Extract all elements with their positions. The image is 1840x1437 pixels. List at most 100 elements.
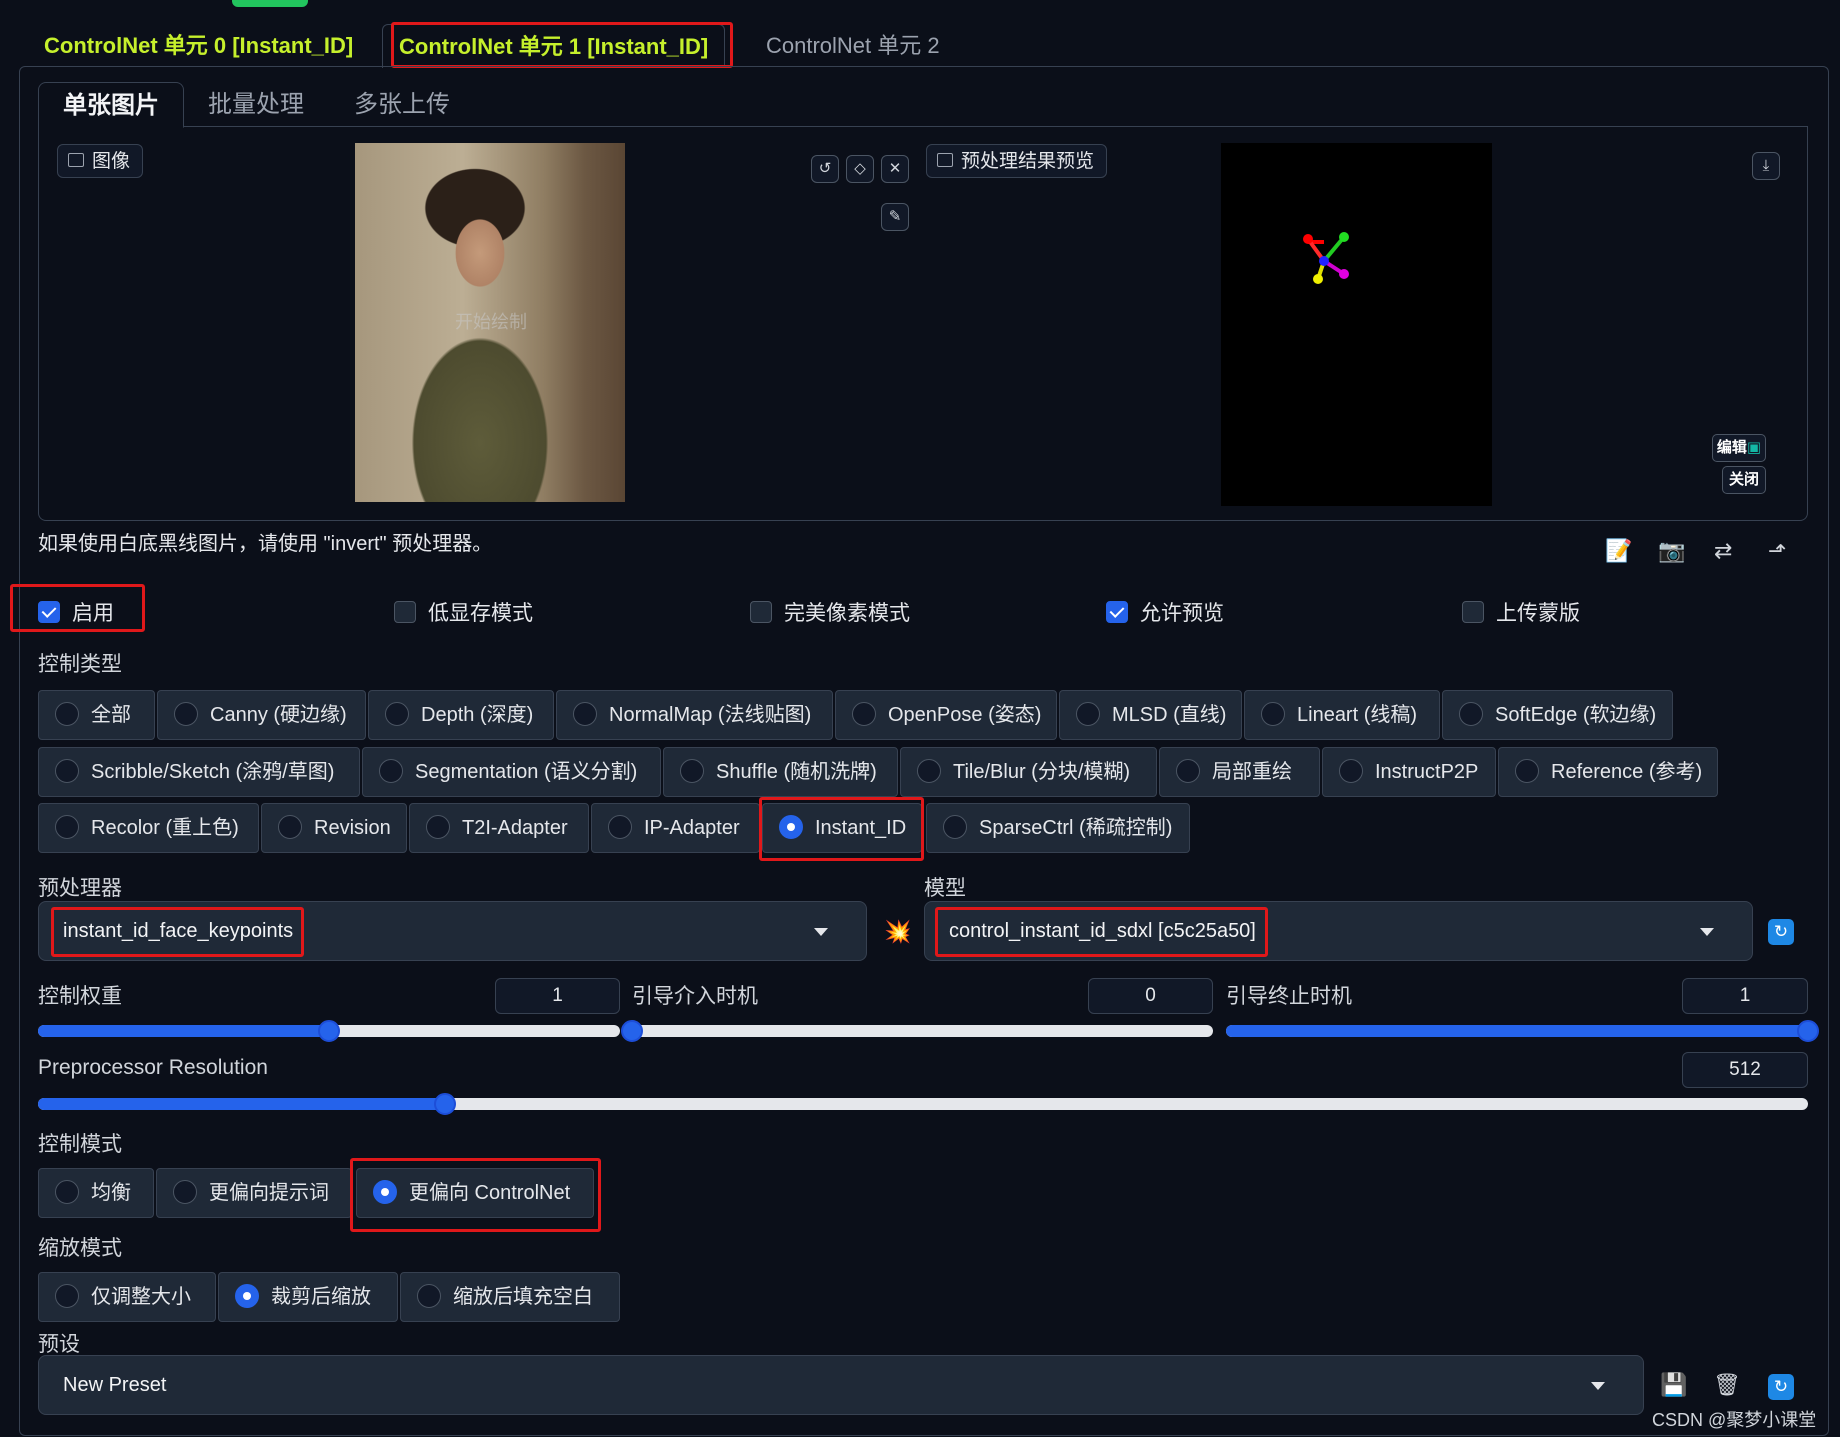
close-icon[interactable]: ✕ — [881, 155, 909, 183]
chevron-down-icon — [1591, 1382, 1605, 1390]
end-step-label: 引导终止时机 — [1226, 985, 1352, 1008]
checkbox-pixel-perfect-box[interactable] — [750, 601, 772, 624]
control-type-softedge[interactable]: SoftEdge (软边缘) — [1442, 690, 1673, 740]
preprocessor-select[interactable]: instant_id_face_keypoints — [38, 901, 867, 961]
control-type-all[interactable]: 全部 — [38, 690, 155, 740]
end-step-slider[interactable] — [1226, 1020, 1819, 1042]
radio-indicator-selected — [235, 1283, 259, 1308]
control-type-revision[interactable]: Revision — [261, 803, 407, 853]
control-type-inpaint[interactable]: 局部重绘 — [1159, 747, 1320, 797]
resolution-slider[interactable] — [38, 1093, 1808, 1115]
control-mode-label: 控制模式 — [38, 1133, 122, 1156]
image-icon — [68, 153, 84, 168]
radio-indicator — [55, 1179, 79, 1204]
control-type-ip-adapter[interactable]: IP-Adapter — [591, 803, 760, 853]
save-preset-icon[interactable]: 💾 — [1660, 1372, 1687, 1398]
send-dimensions-icon[interactable]: ⬏ — [1768, 538, 1786, 564]
control-weight-label: 控制权重 — [38, 985, 122, 1008]
control-mode-controlnet[interactable]: 更偏向 ControlNet — [356, 1168, 594, 1218]
refresh-models-icon[interactable]: ↻ — [1768, 919, 1794, 945]
face-keypoints-drawing — [1303, 232, 1349, 284]
tab-multi-upload[interactable]: 多张上传 — [330, 82, 474, 128]
tab-unit-2[interactable]: ControlNet 单元 2 — [750, 24, 956, 68]
control-type-lineart[interactable]: Lineart (线稿) — [1244, 690, 1440, 740]
control-type-depth[interactable]: Depth (深度) — [368, 690, 554, 740]
control-type-reference[interactable]: Reference (参考) — [1498, 747, 1718, 797]
radio-indicator — [174, 701, 198, 726]
close-button[interactable]: 关闭 — [1722, 466, 1766, 494]
slider-thumb[interactable] — [434, 1093, 457, 1115]
tab-batch[interactable]: 批量处理 — [184, 82, 328, 128]
resize-mode-crop[interactable]: 裁剪后缩放 — [218, 1272, 398, 1322]
control-type-recolor[interactable]: Recolor (重上色) — [38, 803, 259, 853]
camera-icon[interactable]: 📷 — [1658, 538, 1685, 564]
upload-mask-checkbox[interactable]: 上传蒙版 — [1462, 598, 1580, 630]
chevron-down-icon — [814, 928, 828, 936]
model-select[interactable]: control_instant_id_sdxl [c5c25a50] — [924, 901, 1753, 961]
control-weight-slider[interactable] — [38, 1020, 620, 1042]
control-type-instant-id[interactable]: Instant_ID — [762, 803, 922, 853]
delete-preset-icon[interactable]: 🗑 — [1713, 1372, 1741, 1398]
control-mode-prompt[interactable]: 更偏向提示词 — [156, 1168, 352, 1218]
slider-thumb[interactable] — [1797, 1020, 1819, 1042]
swap-icon[interactable]: ⇄ — [1714, 538, 1732, 564]
tab-single-image[interactable]: 单张图片 — [38, 82, 184, 128]
control-type-scribble[interactable]: Scribble/Sketch (涂鸦/草图) — [38, 747, 360, 797]
preset-select[interactable]: New Preset — [38, 1355, 1644, 1415]
preprocess-preview-label: 预处理结果预览 — [926, 144, 1108, 178]
download-icon[interactable]: ⤓ — [1752, 152, 1780, 180]
slider-fill — [38, 1098, 446, 1110]
watermark-text: CSDN @聚梦小课堂 — [1652, 1410, 1817, 1430]
resize-mode-just-resize[interactable]: 仅调整大小 — [38, 1272, 216, 1322]
edit-button[interactable]: 编辑▣ — [1712, 434, 1766, 462]
checkbox-low-vram-box[interactable] — [394, 601, 416, 624]
radio-indicator-selected — [779, 814, 803, 839]
control-type-tile[interactable]: Tile/Blur (分块/模糊) — [900, 747, 1157, 797]
control-mode-balanced[interactable]: 均衡 — [38, 1168, 154, 1218]
tab-unit-1[interactable]: ControlNet 单元 1 [Instant_ID] — [382, 24, 726, 68]
control-type-instructp2p[interactable]: InstructP2P — [1322, 747, 1496, 797]
low-vram-checkbox[interactable]: 低显存模式 — [394, 598, 533, 630]
tab-unit-0[interactable]: ControlNet 单元 0 [Instant_ID] — [28, 24, 369, 68]
checkbox-upload-mask-box[interactable] — [1462, 601, 1484, 624]
brush-icon[interactable]: ✎ — [881, 203, 909, 231]
radio-indicator — [852, 701, 876, 726]
checkbox-enable-box[interactable] — [38, 601, 60, 624]
control-weight-input[interactable]: 1 — [495, 978, 620, 1014]
end-step-input[interactable]: 1 — [1682, 978, 1808, 1014]
checkbox-allow-preview-box[interactable] — [1106, 601, 1128, 624]
radio-indicator — [55, 701, 79, 726]
control-type-openpose[interactable]: OpenPose (姿态) — [835, 690, 1057, 740]
input-image-label: 图像 — [57, 144, 144, 178]
preset-label: 预设 — [38, 1333, 80, 1356]
control-type-mlsd[interactable]: MLSD (直线) — [1059, 690, 1242, 740]
slider-fill — [38, 1025, 329, 1037]
eraser-icon[interactable]: ◇ — [846, 155, 874, 183]
refresh-presets-icon[interactable]: ↻ — [1768, 1374, 1794, 1400]
pixel-perfect-checkbox[interactable]: 完美像素模式 — [750, 598, 910, 630]
resolution-input[interactable]: 512 — [1682, 1052, 1808, 1088]
radio-indicator — [680, 758, 704, 783]
radio-indicator — [417, 1283, 441, 1308]
start-step-slider[interactable] — [621, 1020, 1213, 1042]
control-type-normalmap[interactable]: NormalMap (法线贴图) — [556, 690, 833, 740]
slider-thumb[interactable] — [318, 1020, 340, 1042]
control-type-label: 控制类型 — [38, 653, 122, 676]
image-icon — [937, 153, 953, 168]
control-type-sparsectrl[interactable]: SparseCtrl (稀疏控制) — [926, 803, 1190, 853]
enable-checkbox[interactable]: 启用 — [38, 598, 114, 630]
input-photo[interactable]: 开始绘制 — [355, 143, 625, 502]
slider-thumb[interactable] — [621, 1020, 643, 1042]
allow-preview-checkbox[interactable]: 允许预览 — [1106, 598, 1224, 630]
undo-icon[interactable]: ↺ — [811, 155, 839, 183]
control-type-t2i-adapter[interactable]: T2I-Adapter — [409, 803, 589, 853]
run-preprocessor-icon[interactable]: 💥 — [884, 919, 911, 945]
control-type-segmentation[interactable]: Segmentation (语义分割) — [362, 747, 661, 797]
resize-mode-fill[interactable]: 缩放后填充空白 — [400, 1272, 620, 1322]
preprocess-preview-image — [1221, 143, 1492, 506]
control-type-canny[interactable]: Canny (硬边缘) — [157, 690, 366, 740]
resize-mode-label: 缩放模式 — [38, 1237, 122, 1260]
start-step-input[interactable]: 0 — [1088, 978, 1213, 1014]
notepad-icon[interactable]: 📝 — [1605, 538, 1632, 564]
control-type-shuffle[interactable]: Shuffle (随机洗牌) — [663, 747, 898, 797]
